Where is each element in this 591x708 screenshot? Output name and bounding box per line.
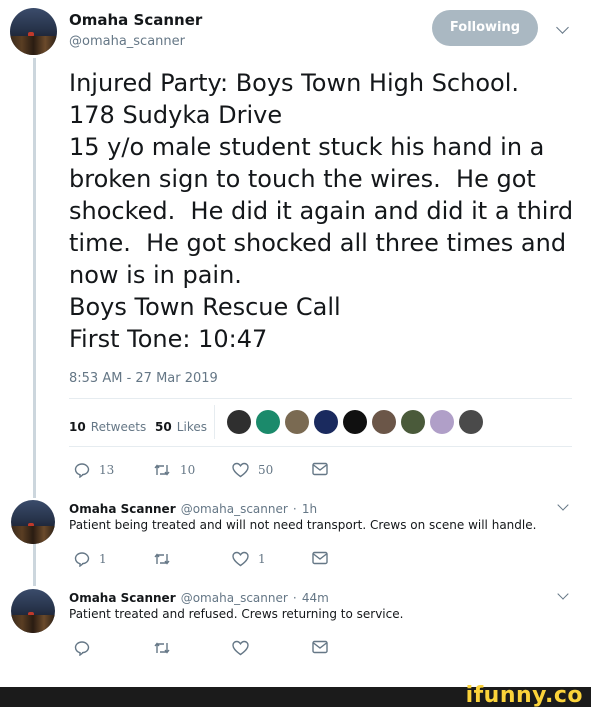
following-button[interactable]: Following xyxy=(432,10,538,46)
counts-separator xyxy=(214,405,215,439)
reply-author-name[interactable]: Omaha Scanner xyxy=(69,502,176,516)
watermark-bar: ifunny.co xyxy=(0,683,591,708)
retweet-count: 10 xyxy=(180,463,196,477)
like-count: 1 xyxy=(258,552,266,566)
reply-age[interactable]: 44m xyxy=(302,591,329,605)
avatar[interactable] xyxy=(10,8,57,55)
message-action[interactable] xyxy=(312,640,328,654)
heart-icon xyxy=(232,640,249,656)
retweet-action[interactable]: 10 xyxy=(153,462,195,478)
reply-icon xyxy=(74,641,90,656)
reply-text: Patient treated and refused. Crews retur… xyxy=(69,607,404,621)
reply-icon xyxy=(74,463,90,478)
likes-count-number: 50 xyxy=(155,420,172,434)
reply-author-handle[interactable]: @omaha_scanner xyxy=(181,591,288,605)
liker-avatar[interactable] xyxy=(372,410,396,434)
reply-dot: · xyxy=(292,591,297,605)
envelope-icon xyxy=(312,640,328,654)
liker-avatar[interactable] xyxy=(227,410,251,434)
reply-author-handle[interactable]: @omaha_scanner xyxy=(181,502,288,516)
ifunny-watermark: ifunny.co xyxy=(465,683,583,708)
reply-author-name[interactable]: Omaha Scanner xyxy=(69,591,176,605)
retweets-count-label: Retweets xyxy=(90,420,147,434)
reply-count: 13 xyxy=(99,463,115,477)
tweet-timestamp[interactable]: 8:53 AM - 27 Mar 2019 xyxy=(69,371,218,386)
reply-action[interactable] xyxy=(74,640,90,656)
author-name[interactable]: Omaha Scanner xyxy=(69,11,202,29)
reply-count: 1 xyxy=(99,552,107,566)
liker-avatar[interactable] xyxy=(256,410,280,434)
like-action[interactable] xyxy=(232,640,249,656)
like-action[interactable]: 1 xyxy=(232,551,266,567)
thread-line-bottom xyxy=(33,543,36,586)
reply-icon xyxy=(74,552,90,567)
reply-header: Omaha Scanner @omaha_scanner · 1h xyxy=(69,498,317,517)
reply-dot: · xyxy=(292,502,297,516)
heart-icon xyxy=(232,551,249,567)
divider xyxy=(69,446,572,447)
tweet-text: Injured Party: Boys Town High School. 17… xyxy=(69,69,574,353)
reply-action[interactable]: 13 xyxy=(74,462,114,478)
message-action[interactable] xyxy=(312,462,328,476)
liker-avatar[interactable] xyxy=(459,410,483,434)
chevron-down-icon[interactable] xyxy=(557,499,569,511)
reply-action[interactable]: 1 xyxy=(74,551,107,567)
message-action[interactable] xyxy=(312,551,328,565)
reply-header: Omaha Scanner @omaha_scanner · 44m xyxy=(69,587,329,606)
reply-avatar[interactable] xyxy=(11,500,55,544)
likes-count-label: Likes xyxy=(176,420,207,434)
like-count: 50 xyxy=(258,463,274,477)
retweet-icon xyxy=(154,642,170,654)
retweets-count-number: 10 xyxy=(69,420,86,434)
liker-avatar[interactable] xyxy=(430,410,454,434)
thread-line-top xyxy=(33,58,36,498)
retweet-action[interactable] xyxy=(153,640,171,656)
retweet-icon xyxy=(154,464,170,476)
retweet-icon xyxy=(154,553,170,565)
liker-avatar[interactable] xyxy=(314,410,338,434)
divider xyxy=(69,398,572,399)
reply-avatar[interactable] xyxy=(11,589,55,633)
reply-text: Patient being treated and will not need … xyxy=(69,518,537,532)
likes-count[interactable]: 50 Likes xyxy=(155,416,207,435)
like-action[interactable]: 50 xyxy=(232,462,273,478)
chevron-down-icon[interactable] xyxy=(557,588,569,600)
chevron-down-icon[interactable] xyxy=(556,21,569,34)
liker-avatar[interactable] xyxy=(343,410,367,434)
reply-age[interactable]: 1h xyxy=(302,502,317,516)
liker-avatar[interactable] xyxy=(401,410,425,434)
retweet-action[interactable] xyxy=(153,551,180,567)
retweets-count[interactable]: 10 Retweets xyxy=(69,416,146,435)
heart-icon xyxy=(232,462,249,478)
envelope-icon xyxy=(312,551,328,565)
author-handle[interactable]: @omaha_scanner xyxy=(69,34,185,49)
envelope-icon xyxy=(312,462,328,476)
liker-avatar[interactable] xyxy=(285,410,309,434)
